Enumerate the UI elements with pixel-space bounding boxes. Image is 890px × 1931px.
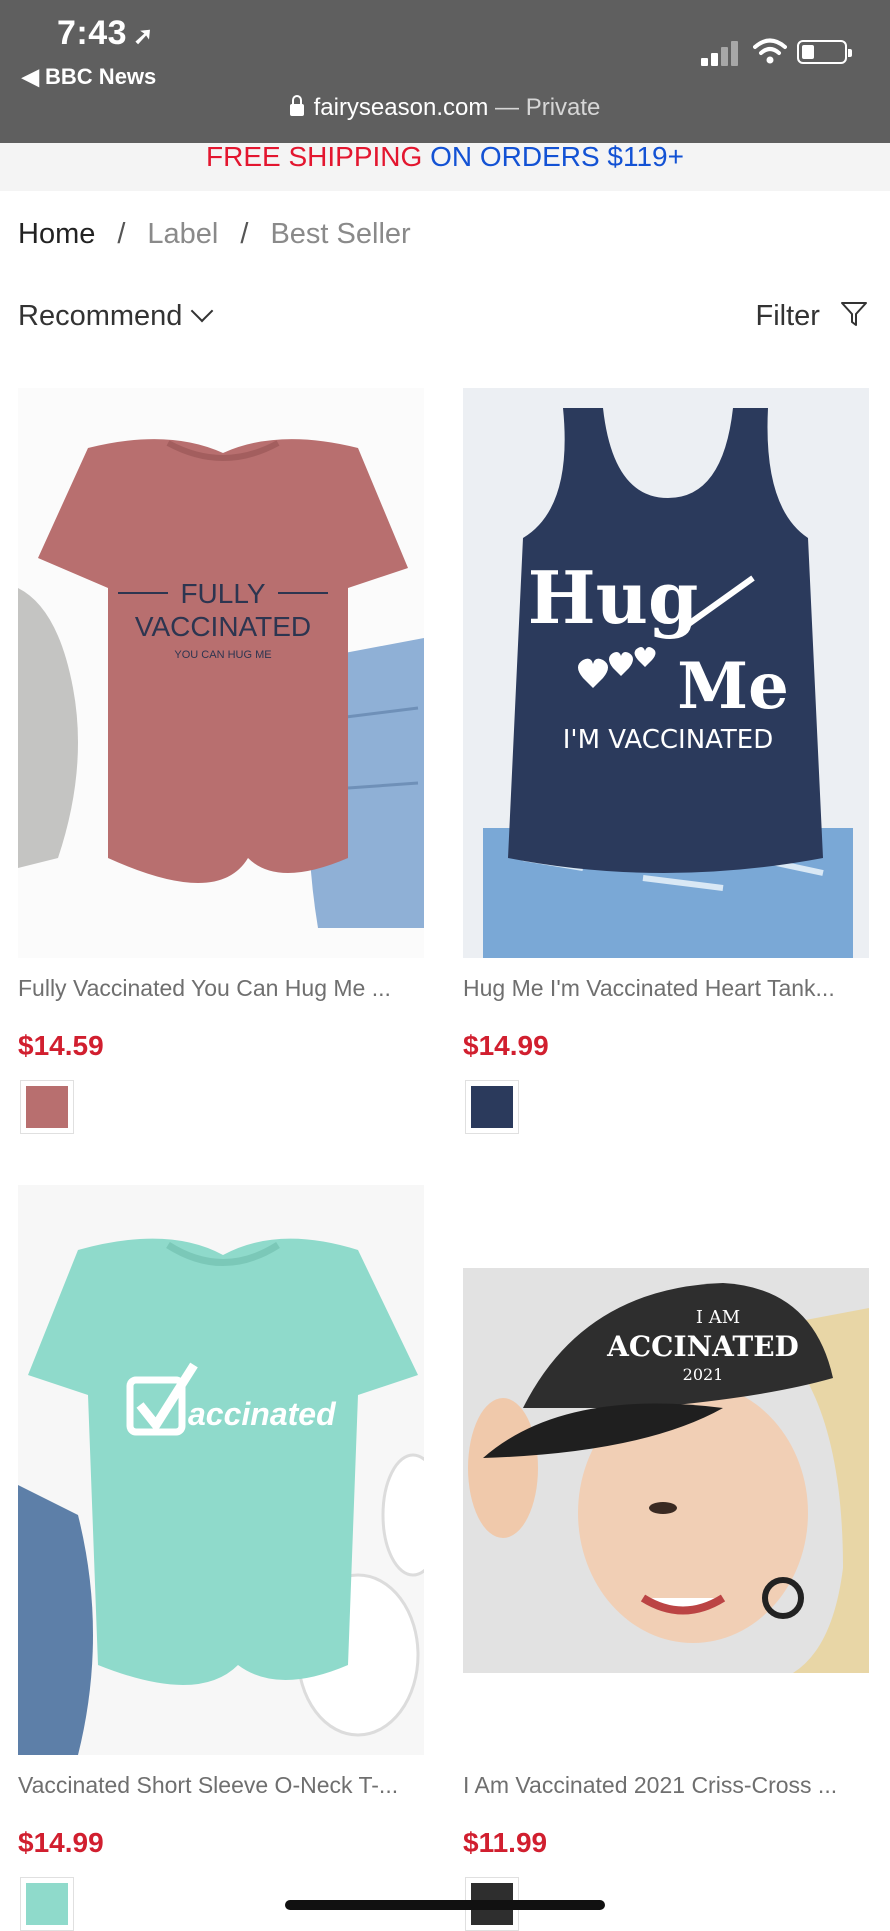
breadcrumb-current: Best Seller <box>270 218 411 250</box>
sort-label: Recommend <box>18 300 183 332</box>
product-image[interactable]: accinated <box>18 1185 424 1755</box>
tank-print-line1: Hug <box>528 555 699 640</box>
cellular-signal-icon <box>701 40 741 66</box>
home-indicator[interactable] <box>285 1900 605 1910</box>
url-domain: fairyseason.com <box>313 94 489 121</box>
wifi-icon <box>753 38 787 64</box>
color-swatch[interactable] <box>465 1080 519 1134</box>
lock-icon <box>289 95 304 116</box>
private-label: Private <box>525 94 601 121</box>
shirt-print-line3: YOU CAN HUG ME <box>174 649 271 661</box>
filter-funnel-icon <box>841 302 867 327</box>
product-price: $14.99 <box>463 1030 549 1061</box>
product-title[interactable]: I Am Vaccinated 2021 Criss-Cross ... <box>463 1772 873 1799</box>
breadcrumb-separator: / <box>117 218 126 250</box>
url-bar[interactable]: fairyseason.com — Private <box>0 94 890 122</box>
product-price: $14.99 <box>18 1827 104 1858</box>
product-image[interactable]: I AM ACCINATED 2021 <box>463 1268 869 1673</box>
breadcrumb-home[interactable]: Home <box>18 218 95 250</box>
breadcrumb-separator: / <box>240 218 249 250</box>
banner-text-red: FREE SHIPPING <box>206 141 423 172</box>
product-title[interactable]: Fully Vaccinated You Can Hug Me ... <box>18 975 428 1002</box>
cap-print-line2: ACCINATED <box>606 1330 799 1363</box>
tank-print-line2: Me <box>677 649 789 724</box>
product-title[interactable]: Vaccinated Short Sleeve O-Neck T-... <box>18 1772 428 1799</box>
cap-print-line1: I AM <box>696 1307 740 1328</box>
status-time: 7:43 ➚ <box>57 14 154 52</box>
breadcrumb-label[interactable]: Label <box>147 218 218 250</box>
sort-dropdown[interactable]: Recommend <box>18 299 214 333</box>
tee-print-text: accinated <box>188 1396 337 1432</box>
breadcrumb: Home / Label / Best Seller <box>18 218 411 251</box>
back-to-app-link[interactable]: ◀ BBC News <box>22 64 156 90</box>
product-price: $11.99 <box>463 1827 548 1858</box>
tank-print-line3: I'M VACCINATED <box>563 725 774 755</box>
color-swatch[interactable] <box>20 1877 74 1931</box>
location-arrow-icon: ➚ <box>133 23 154 50</box>
chevron-down-icon <box>191 299 214 323</box>
shirt-print-line2: VACCINATED <box>135 611 311 642</box>
filter-button[interactable]: Filter <box>755 300 868 333</box>
product-title[interactable]: Hug Me I'm Vaccinated Heart Tank... <box>463 975 873 1002</box>
product-image[interactable]: FULLY VACCINATED YOU CAN HUG ME <box>18 388 424 958</box>
cap-print-line3: 2021 <box>683 1365 724 1384</box>
shirt-print-line1: FULLY <box>180 578 265 609</box>
color-swatch[interactable] <box>20 1080 74 1134</box>
product-image[interactable]: Hug Me I'M VACCINATED <box>463 388 869 958</box>
back-app-label: BBC News <box>45 64 157 89</box>
banner-text-blue: ON ORDERS $119+ <box>430 141 684 172</box>
free-shipping-banner[interactable]: FREE SHIPPING ON ORDERS $119+ <box>0 143 890 191</box>
browser-top-bar: 7:43 ➚ ◀ BBC News fairyseason.com — Priva… <box>0 0 890 143</box>
battery-icon <box>797 40 852 64</box>
filter-label: Filter <box>755 300 820 332</box>
product-price: $14.59 <box>18 1030 104 1061</box>
